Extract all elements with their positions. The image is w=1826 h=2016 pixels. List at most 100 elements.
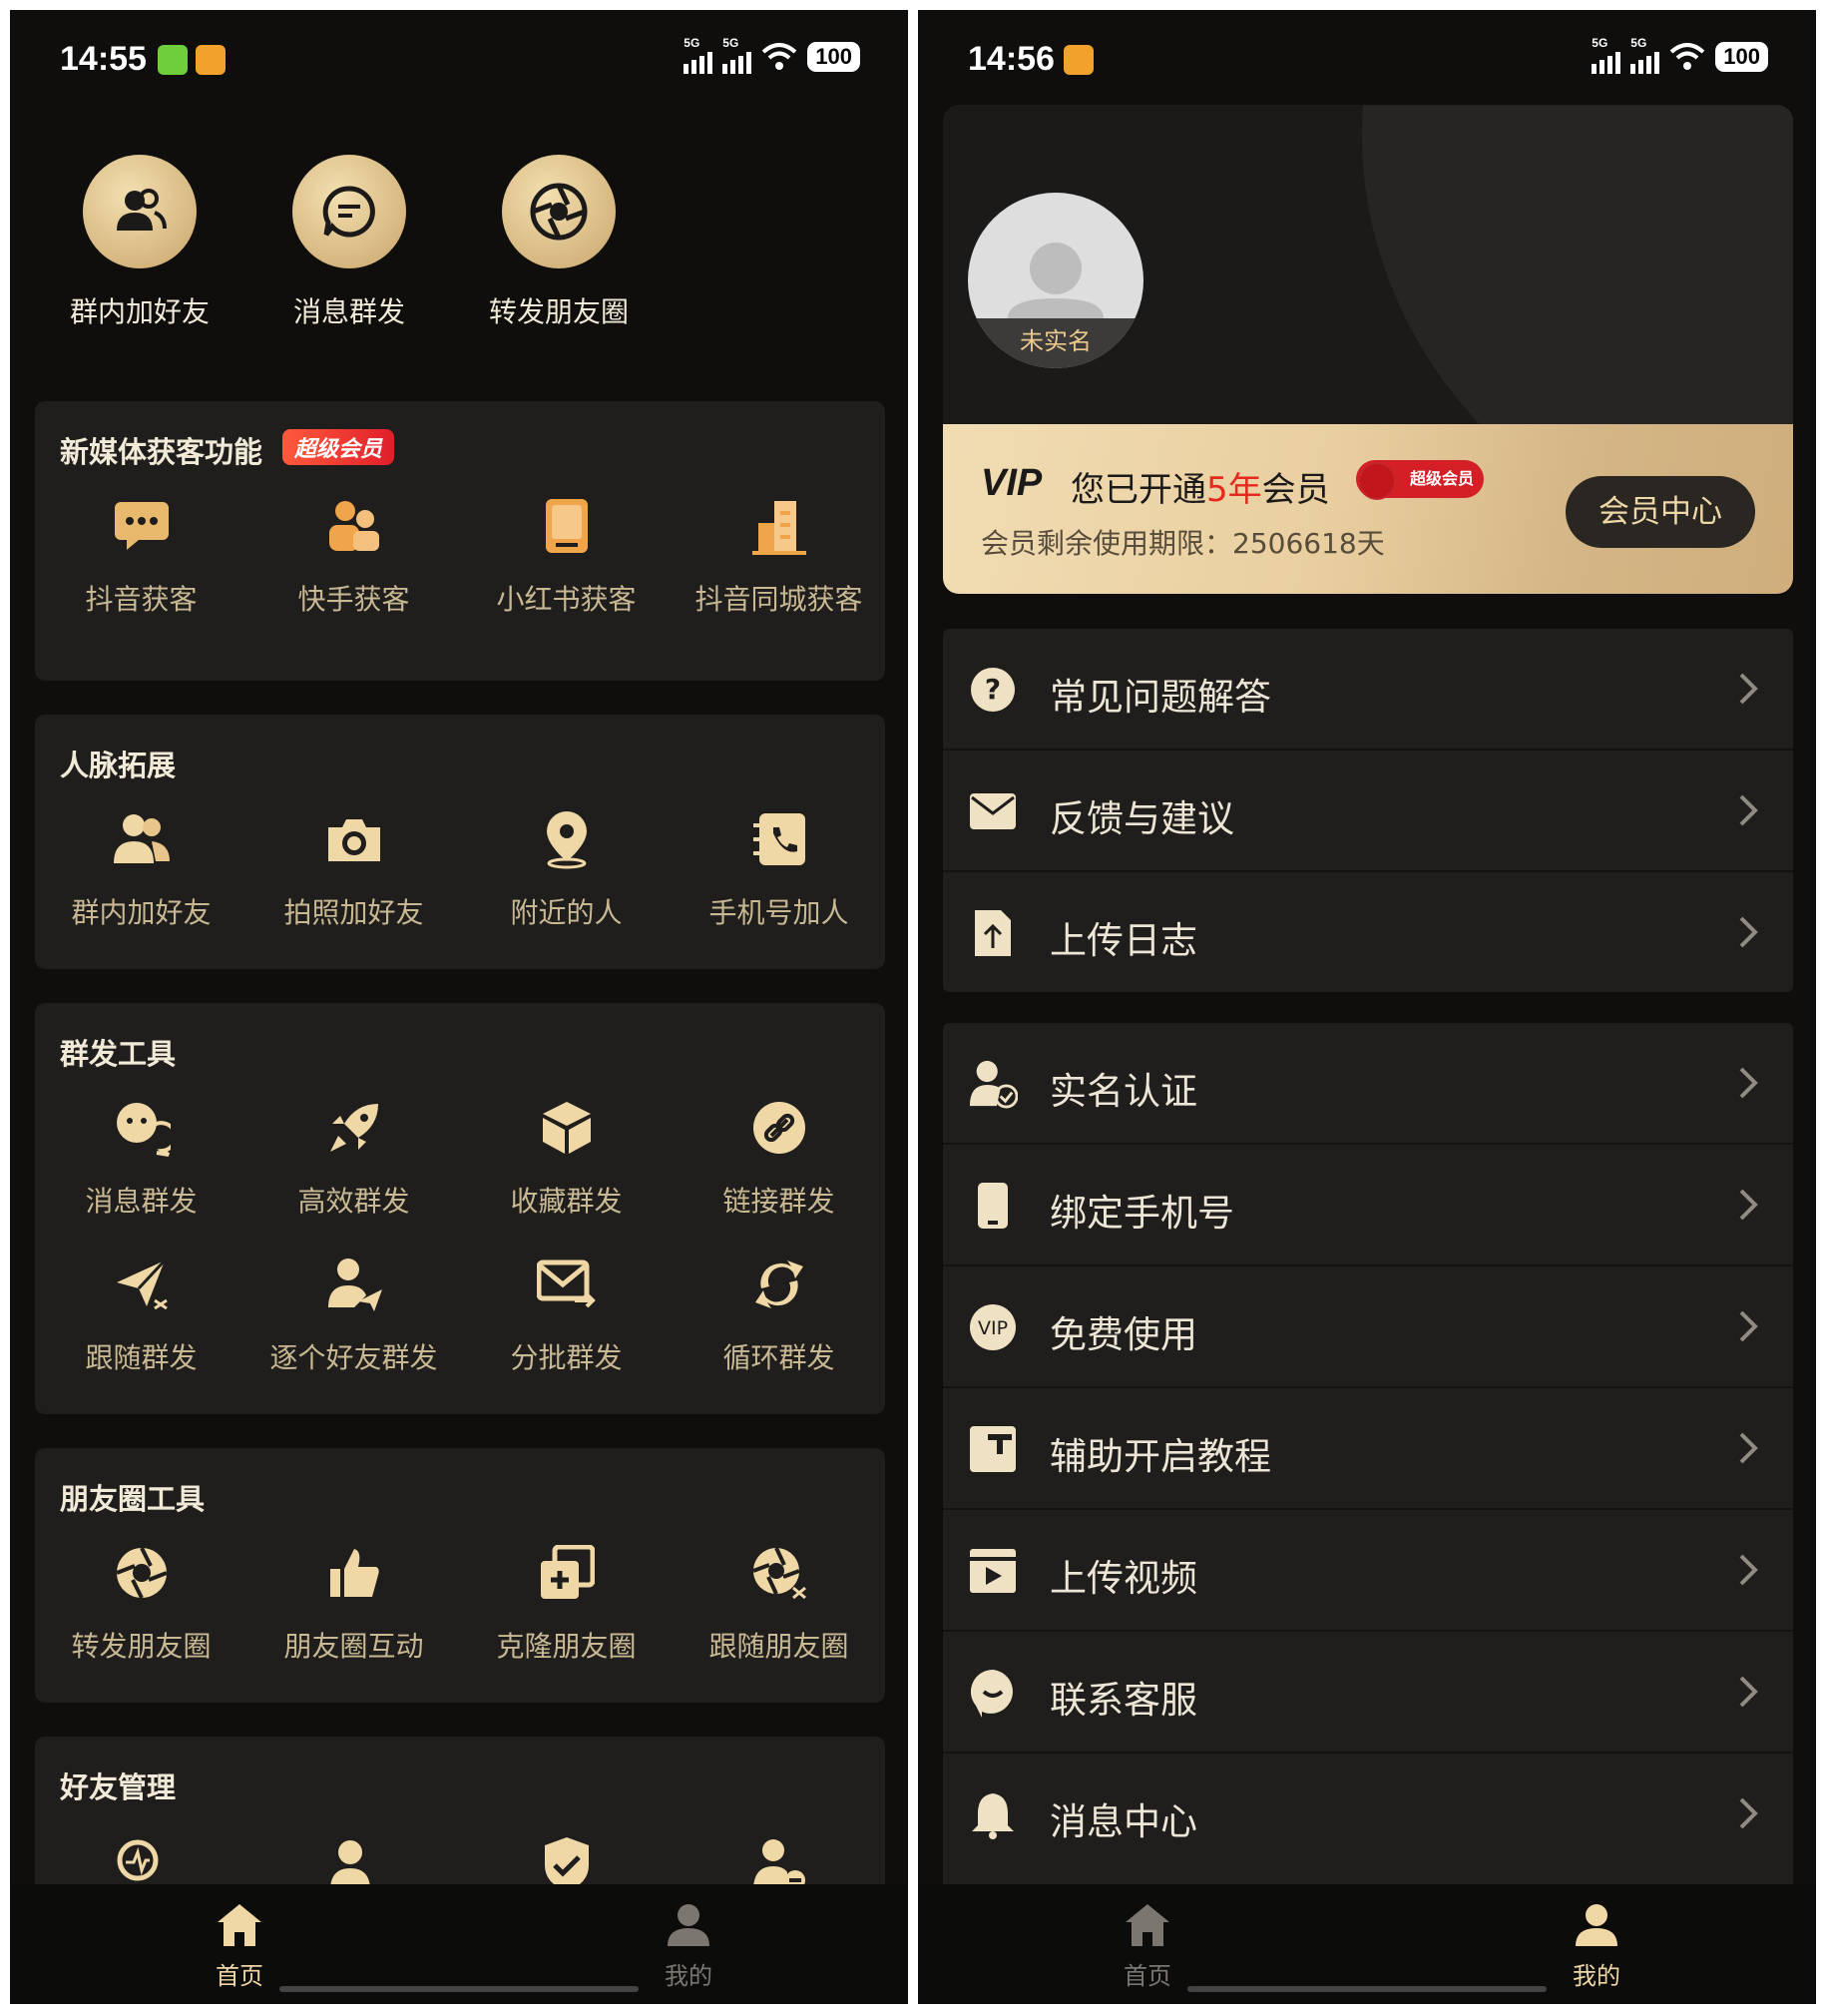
- menu-item-feedback[interactable]: 反馈与建议: [943, 751, 1793, 872]
- user-verified-icon: [968, 1059, 1018, 1109]
- grid-item-photo-add[interactable]: 拍照加好友: [247, 809, 460, 931]
- chevron-right-icon: [1739, 1676, 1758, 1708]
- grid-label: 克隆朋友圈: [496, 1630, 637, 1663]
- grid-label: 收藏群发: [510, 1185, 623, 1218]
- menu-item-customer-service[interactable]: 联系客服: [943, 1632, 1793, 1754]
- grid-label: 附近的人: [510, 896, 623, 929]
- grid-label: 逐个好友群发: [269, 1341, 438, 1374]
- section-title: 朋友圈工具: [60, 1482, 206, 1516]
- grid-item-group-add[interactable]: 群内加好友: [35, 809, 247, 931]
- grid-item-msg-broadcast[interactable]: 消息群发: [35, 1098, 247, 1220]
- tab-home[interactable]: 首页: [140, 1902, 339, 1991]
- menu-item-tutorial[interactable]: 辅助开启教程: [943, 1388, 1793, 1510]
- home-indicator: [279, 1986, 639, 1992]
- grid-item-kuaishou[interactable]: 快手获客: [247, 496, 460, 618]
- menu-label: 消息中心: [1050, 1800, 1197, 1843]
- grid-label: 跟随群发: [85, 1341, 198, 1374]
- wifi-icon: [1669, 43, 1705, 70]
- tab-mine[interactable]: 我的: [589, 1902, 788, 1991]
- people-group-icon: [324, 496, 384, 556]
- menu-item-free-use[interactable]: VIP 免费使用: [943, 1266, 1793, 1388]
- grid-item-follow-moments[interactable]: 跟随朋友圈: [673, 1543, 885, 1665]
- grid-item-one-by-one[interactable]: 逐个好友群发: [247, 1255, 460, 1376]
- building-icon: [749, 496, 809, 556]
- chevron-right-icon: [1739, 1554, 1758, 1586]
- grid-item-follow-broadcast[interactable]: 跟随群发: [35, 1255, 247, 1376]
- box-icon: [537, 1098, 597, 1158]
- grid-item-douyin-local[interactable]: 抖音同城获客: [673, 496, 885, 618]
- grid-item-loop-broadcast[interactable]: 循环群发: [673, 1255, 885, 1376]
- grid-item-douyin[interactable]: 抖音获客: [35, 496, 247, 618]
- grid-label: 分批群发: [510, 1341, 623, 1374]
- shortcut-forward-moments[interactable]: 转发朋友圈: [459, 155, 659, 330]
- phone-book-icon: [749, 809, 809, 869]
- tab-mine[interactable]: 我的: [1497, 1902, 1696, 1991]
- aperture-icon: [112, 1543, 172, 1603]
- grid-label: 快手获客: [297, 583, 410, 616]
- menu-label: 联系客服: [1050, 1679, 1197, 1722]
- grid-item-phone-add[interactable]: 手机号加人: [673, 809, 885, 931]
- link-icon: [749, 1098, 809, 1158]
- home-screen: 14:55 5G 5G 100 群内加好友 消息群发 转发朋友圈 新媒体获客功能…: [10, 10, 908, 2004]
- chevron-right-icon: [1739, 1189, 1758, 1221]
- grid-label: 抖音同城获客: [694, 583, 863, 616]
- grid-item-clone-moments[interactable]: 克隆朋友圈: [460, 1543, 673, 1665]
- menu-item-message-center[interactable]: 消息中心: [943, 1754, 1793, 1873]
- grid-item-fav-broadcast[interactable]: 收藏群发: [460, 1098, 673, 1220]
- menu-item-upload-log[interactable]: 上传日志: [943, 872, 1793, 992]
- bell-icon: [968, 1789, 1018, 1839]
- grid-item-batch-broadcast[interactable]: 分批群发: [460, 1255, 673, 1376]
- section-network: 人脉拓展 群内加好友 拍照加好友 附近的人 手机号加人: [35, 715, 885, 969]
- rocket-icon: [324, 1098, 384, 1158]
- shortcut-add-friends[interactable]: 群内加好友: [40, 155, 239, 330]
- aperture-follow-icon: [749, 1543, 809, 1603]
- vip-banner: VIP 您已开通5年会员 超级会员 会员剩余使用期限：2506618天 会员中心: [943, 424, 1793, 594]
- mail-forward-icon: [536, 1255, 597, 1314]
- grid-label: 高效群发: [297, 1185, 410, 1218]
- grid-item-fast-broadcast[interactable]: 高效群发: [247, 1098, 460, 1220]
- grid-item-moments-interact[interactable]: 朋友圈互动: [247, 1543, 460, 1665]
- menu-item-faq[interactable]: ? 常见问题解答: [943, 629, 1793, 751]
- tab-home[interactable]: 首页: [1048, 1902, 1247, 1991]
- shortcut-broadcast[interactable]: 消息群发: [249, 155, 449, 330]
- menu-item-bind-phone[interactable]: 绑定手机号: [943, 1145, 1793, 1266]
- section-new-media: 新媒体获客功能 超级会员 抖音获客 快手获客 小红书获客 抖音同城获客: [35, 401, 885, 681]
- camera-icon: [324, 809, 384, 869]
- home-indicator: [1187, 1986, 1547, 1992]
- super-member-badge: 超级会员: [1356, 460, 1484, 500]
- mail-icon: [968, 786, 1018, 836]
- signal-icon: 5G: [1630, 36, 1660, 74]
- vip-remaining: 会员剩余使用期限：2506618天: [981, 527, 1385, 560]
- menu-group-help: ? 常见问题解答 反馈与建议 上传日志: [943, 629, 1793, 992]
- chevron-right-icon: [1739, 1797, 1758, 1829]
- shortcut-label: 转发朋友圈: [488, 295, 629, 328]
- grid-item-nearby[interactable]: 附近的人: [460, 809, 673, 931]
- menu-group-account: 实名认证 绑定手机号 VIP 免费使用 辅助开启教程 上传视频 联系客服 消息中…: [943, 1023, 1793, 1891]
- grid-item-forward-moments[interactable]: 转发朋友圈: [35, 1543, 247, 1665]
- grid-label: 转发朋友圈: [71, 1630, 212, 1663]
- wifi-icon: [761, 43, 797, 70]
- member-center-button[interactable]: 会员中心: [1566, 476, 1755, 548]
- grid-item-xiaohongshu[interactable]: 小红书获客: [460, 496, 673, 618]
- chat-bubble-icon: [292, 155, 406, 268]
- grid-item-link-broadcast[interactable]: 链接群发: [673, 1098, 885, 1220]
- avatar[interactable]: 未实名: [968, 193, 1143, 368]
- status-time: 14:56: [968, 40, 1055, 78]
- menu-label: 反馈与建议: [1050, 797, 1234, 840]
- app-notification-icon: [196, 45, 226, 75]
- grid-label: 消息群发: [85, 1185, 198, 1218]
- service-icon: [968, 1668, 1018, 1718]
- menu-item-realname[interactable]: 实名认证: [943, 1023, 1793, 1145]
- video-icon: [968, 1546, 1018, 1596]
- menu-label: 辅助开启教程: [1050, 1435, 1271, 1478]
- verification-status: 未实名: [968, 318, 1143, 368]
- section-broadcast-tools: 群发工具 消息群发 高效群发 收藏群发 链接群发 跟随群发 逐个好友群发 分批群…: [35, 1003, 885, 1414]
- bottom-tab-bar: 首页 我的: [918, 1884, 1816, 2004]
- vip-icon: VIP: [968, 1302, 1018, 1352]
- grid-label: 链接群发: [722, 1185, 835, 1218]
- file-upload-icon: [968, 908, 1018, 958]
- menu-label: 上传日志: [1050, 919, 1197, 962]
- paper-plane-icon: [112, 1255, 172, 1314]
- menu-item-upload-video[interactable]: 上传视频: [943, 1510, 1793, 1632]
- grid-label: 跟随朋友圈: [708, 1630, 849, 1663]
